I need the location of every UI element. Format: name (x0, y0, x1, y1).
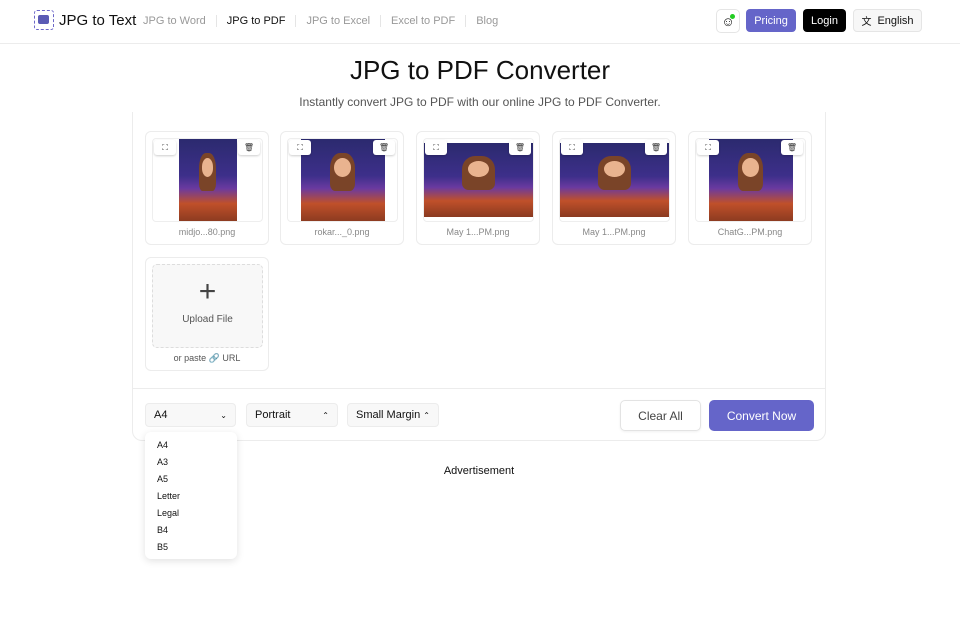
option-a4[interactable]: A4 (145, 437, 237, 454)
crop-icon[interactable]: ⛶ (561, 140, 583, 155)
nav-jpg-to-pdf[interactable]: JPG to PDF (217, 15, 297, 27)
trash-icon[interactable]: 🗑 (781, 140, 803, 155)
advertisement-label: Advertisement (443, 465, 515, 477)
pricing-button[interactable]: Pricing (746, 9, 796, 32)
option-b5[interactable]: B5 (145, 539, 237, 556)
option-legal[interactable]: Legal (145, 505, 237, 522)
page-size-dropdown: A4 A3 A5 Letter Legal B4 B5 (145, 432, 237, 559)
divider (133, 388, 825, 389)
trash-icon[interactable]: 🗑 (373, 140, 395, 155)
margin-value: Small Margin (356, 409, 421, 421)
chevron-up-icon: ⌃ (322, 410, 329, 420)
file-name: midjo...80.png (178, 227, 236, 237)
header: JPG to Text JPG to Word JPG to PDF JPG t… (0, 0, 960, 44)
file-name: May 1...PM.png (582, 227, 646, 237)
notification-dot (730, 14, 735, 19)
plus-icon: + (198, 275, 217, 308)
option-letter[interactable]: Letter (145, 488, 237, 505)
translate-icon: 文 (861, 17, 872, 28)
file-thumbnail (300, 139, 385, 221)
file-name: ChatG...PM.png (717, 227, 783, 237)
feedback-button[interactable]: ☺ (716, 9, 740, 33)
clear-all-button[interactable]: Clear All (620, 400, 701, 431)
language-label: English (877, 14, 914, 27)
orientation-select[interactable]: Portrait ⌃ (246, 403, 338, 427)
nav-excel-to-pdf[interactable]: Excel to PDF (381, 15, 467, 27)
logo[interactable]: JPG to Text (34, 10, 136, 30)
link-icon: 🔗 (208, 353, 220, 363)
file-thumbnail (708, 139, 793, 221)
file-tile: ⛶ 🗑 May 1...PM.png (416, 131, 540, 245)
convert-now-button[interactable]: Convert Now (709, 400, 814, 431)
upload-dropzone[interactable]: + Upload File (152, 264, 263, 348)
paste-label: or paste (173, 353, 207, 363)
file-tile: ⛶ 🗑 midjo...80.png (145, 131, 269, 245)
nav: JPG to Word JPG to PDF JPG to Excel Exce… (133, 15, 508, 27)
orientation-value: Portrait (255, 409, 291, 421)
trash-icon[interactable]: 🗑 (645, 140, 667, 155)
file-tile: ⛶ 🗑 ChatG...PM.png (688, 131, 812, 245)
file-name: rokar..._0.png (314, 227, 370, 237)
language-button[interactable]: 文 English (853, 9, 922, 32)
crop-icon[interactable]: ⛶ (289, 140, 311, 155)
crop-icon[interactable]: ⛶ (154, 140, 176, 155)
nav-jpg-to-excel[interactable]: JPG to Excel (296, 15, 382, 27)
nav-jpg-to-word[interactable]: JPG to Word (133, 15, 217, 27)
margin-select[interactable]: Small Margin ⌃ (347, 403, 439, 427)
page-size-select[interactable]: A4 ⌄ (145, 403, 236, 427)
trash-icon[interactable]: 🗑 (238, 140, 260, 155)
upload-label: Upload File (182, 314, 233, 325)
file-tile: ⛶ 🗑 rokar..._0.png (280, 131, 404, 245)
nav-blog[interactable]: Blog (466, 15, 508, 27)
chevron-up-icon: ⌃ (423, 410, 430, 420)
page-title: JPG to PDF Converter (349, 55, 611, 85)
crop-icon[interactable]: ⛶ (425, 140, 447, 155)
logo-icon (34, 10, 54, 30)
file-name: May 1...PM.png (446, 227, 510, 237)
login-button[interactable]: Login (803, 9, 846, 32)
file-tile: ⛶ 🗑 May 1...PM.png (552, 131, 676, 245)
upload-tile: + Upload File or paste 🔗 URL (145, 257, 269, 371)
chevron-down-icon: ⌄ (220, 410, 227, 420)
page-subtitle: Instantly convert JPG to PDF with our on… (299, 95, 661, 109)
option-b4[interactable]: B4 (145, 522, 237, 539)
crop-icon[interactable]: ⛶ (697, 140, 719, 155)
trash-icon[interactable]: 🗑 (509, 140, 531, 155)
url-link[interactable]: URL (222, 353, 240, 363)
logo-text: JPG to Text (59, 11, 137, 29)
paste-url[interactable]: or paste 🔗 URL (146, 353, 268, 364)
file-thumbnail (178, 139, 237, 221)
page-size-value: A4 (154, 409, 168, 421)
